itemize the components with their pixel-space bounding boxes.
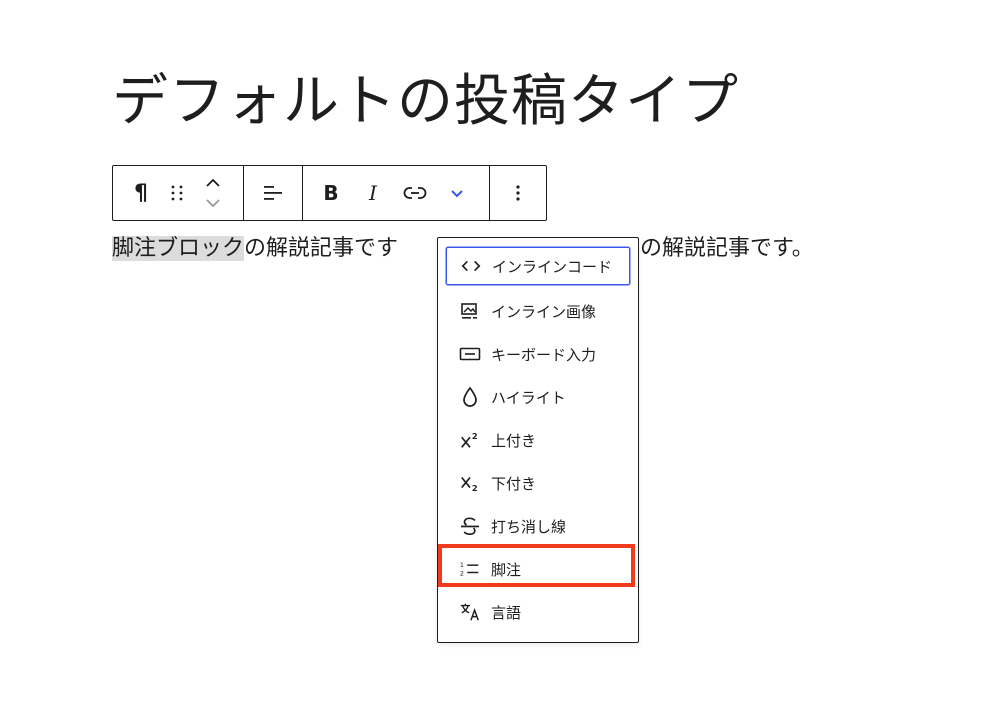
drag-handle[interactable]	[159, 166, 195, 220]
block-toolbar: ¶ B I	[112, 165, 547, 221]
menu-item-highlight[interactable]: ハイライト	[446, 378, 630, 416]
menu-item-language[interactable]: 言語	[446, 593, 630, 631]
drag-handle-icon	[171, 185, 183, 201]
menu-item-label: キーボード入力	[491, 345, 597, 364]
image-icon	[459, 300, 481, 322]
paragraph-block-button[interactable]: ¶	[123, 166, 159, 220]
menu-item-label: インライン画像	[491, 302, 597, 321]
svg-text:1: 1	[460, 561, 464, 569]
menu-item-label: インラインコード	[492, 257, 613, 276]
link-icon	[403, 187, 427, 199]
menu-item-subscript[interactable]: 2 下付き	[446, 464, 630, 502]
menu-item-inline-image[interactable]: インライン画像	[446, 292, 630, 330]
menu-item-label: 脚注	[491, 560, 522, 579]
italic-icon: I	[369, 181, 377, 205]
menu-item-inline-code[interactable]: インラインコード	[446, 247, 630, 285]
move-up-button[interactable]	[198, 173, 228, 193]
rich-text-formats-menu: インラインコード インライン画像 キーボード入力 ハイライト 2 上付き 2 下…	[437, 237, 639, 643]
language-icon	[459, 601, 481, 623]
keyboard-icon	[459, 343, 481, 365]
toolbar-group-align	[244, 166, 303, 220]
menu-item-label: 下付き	[491, 474, 537, 493]
menu-item-strikethrough[interactable]: 打ち消し線	[446, 507, 630, 545]
paragraph-text: の解説記事です	[244, 236, 399, 261]
menu-item-superscript[interactable]: 2 上付き	[446, 421, 630, 459]
subscript-icon: 2	[459, 472, 481, 494]
toolbar-group-options	[490, 166, 546, 220]
post-title[interactable]: デフォルトの投稿タイプ	[112, 62, 739, 142]
more-vertical-icon	[516, 185, 520, 201]
highlight-drop-icon	[459, 386, 481, 408]
paragraph-icon: ¶	[134, 180, 148, 206]
align-left-icon	[264, 186, 282, 200]
align-button[interactable]	[255, 166, 291, 220]
chevron-down-icon	[206, 199, 220, 208]
menu-item-footnote[interactable]: 1 2 脚注	[446, 550, 630, 588]
toolbar-group-block: ¶	[113, 166, 244, 220]
chevron-down-icon	[451, 190, 463, 198]
toolbar-group-format: B I	[303, 166, 490, 220]
menu-item-label: 言語	[491, 603, 522, 622]
selected-text: 脚注ブロック	[112, 236, 245, 261]
svg-text:2: 2	[460, 569, 464, 577]
menu-item-label: 打ち消し線	[491, 517, 567, 536]
svg-text:2: 2	[472, 483, 478, 493]
svg-text:2: 2	[472, 431, 478, 441]
footnote-icon: 1 2	[459, 558, 481, 580]
bold-icon: B	[323, 181, 339, 205]
chevron-up-icon	[206, 178, 220, 187]
menu-item-keyboard-input[interactable]: キーボード入力	[446, 335, 630, 373]
options-button[interactable]	[500, 166, 536, 220]
strikethrough-icon	[459, 515, 481, 537]
bold-button[interactable]: B	[313, 166, 349, 220]
block-movers	[195, 166, 231, 220]
italic-button[interactable]: I	[355, 166, 391, 220]
superscript-icon: 2	[459, 429, 481, 451]
move-down-button[interactable]	[198, 193, 228, 213]
paragraph-tail-text: の解説記事です。	[640, 236, 814, 261]
menu-item-label: ハイライト	[491, 388, 566, 407]
more-rich-text-button[interactable]	[439, 166, 475, 220]
code-icon	[460, 255, 482, 277]
menu-item-label: 上付き	[491, 431, 537, 450]
paragraph-block[interactable]: 脚注ブロックの解説記事です	[112, 231, 398, 267]
link-button[interactable]	[397, 166, 433, 220]
